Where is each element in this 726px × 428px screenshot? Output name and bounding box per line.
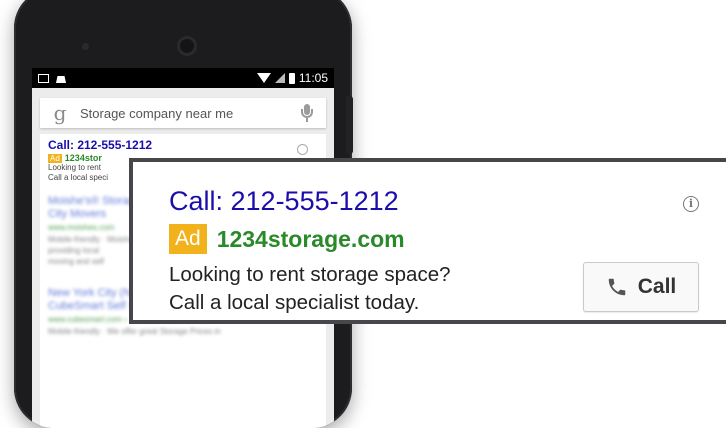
front-camera [177, 36, 197, 56]
result-desc: Mobile-friendly · We offer great Storage… [48, 327, 221, 336]
image-notification-icon [38, 73, 49, 83]
google-g-icon: g [53, 101, 67, 125]
signal-icon [274, 73, 285, 83]
ad-desc-line1: Looking to rent storage space? [169, 263, 451, 286]
call-button[interactable]: Call [583, 262, 699, 312]
phone-icon [608, 278, 625, 296]
ad-display-url[interactable]: 1234storage.com [217, 226, 405, 253]
info-icon[interactable]: i [683, 196, 699, 212]
power-button [346, 96, 353, 154]
ad-title-small[interactable]: Call: 212-555-1212 [48, 138, 318, 152]
ad-url-small[interactable]: 1234stor [65, 153, 102, 163]
info-icon[interactable] [297, 144, 308, 155]
ad-desc-line2: Call a local specialist today. [169, 291, 420, 314]
clock: 11:05 [298, 71, 328, 85]
ad-description: Looking to rent storage space? Call a lo… [169, 261, 451, 317]
ad-callout-zoomed: Call: 212-555-1212 i Ad 1234storage.com … [129, 158, 726, 324]
ad-title[interactable]: Call: 212-555-1212 [169, 186, 399, 217]
proximity-sensor [82, 43, 89, 50]
microphone-icon[interactable] [300, 103, 314, 123]
ad-badge-small: Ad [48, 153, 62, 163]
shopping-bag-icon [56, 76, 66, 83]
ad-badge: Ad [169, 224, 207, 254]
search-input[interactable]: Storage company near me [80, 106, 233, 121]
search-bar[interactable]: g Storage company near me [40, 98, 326, 128]
status-bar: 11:05 [32, 68, 334, 88]
call-button-label: Call [637, 275, 677, 298]
wifi-icon [256, 73, 271, 83]
battery-icon [288, 72, 295, 84]
